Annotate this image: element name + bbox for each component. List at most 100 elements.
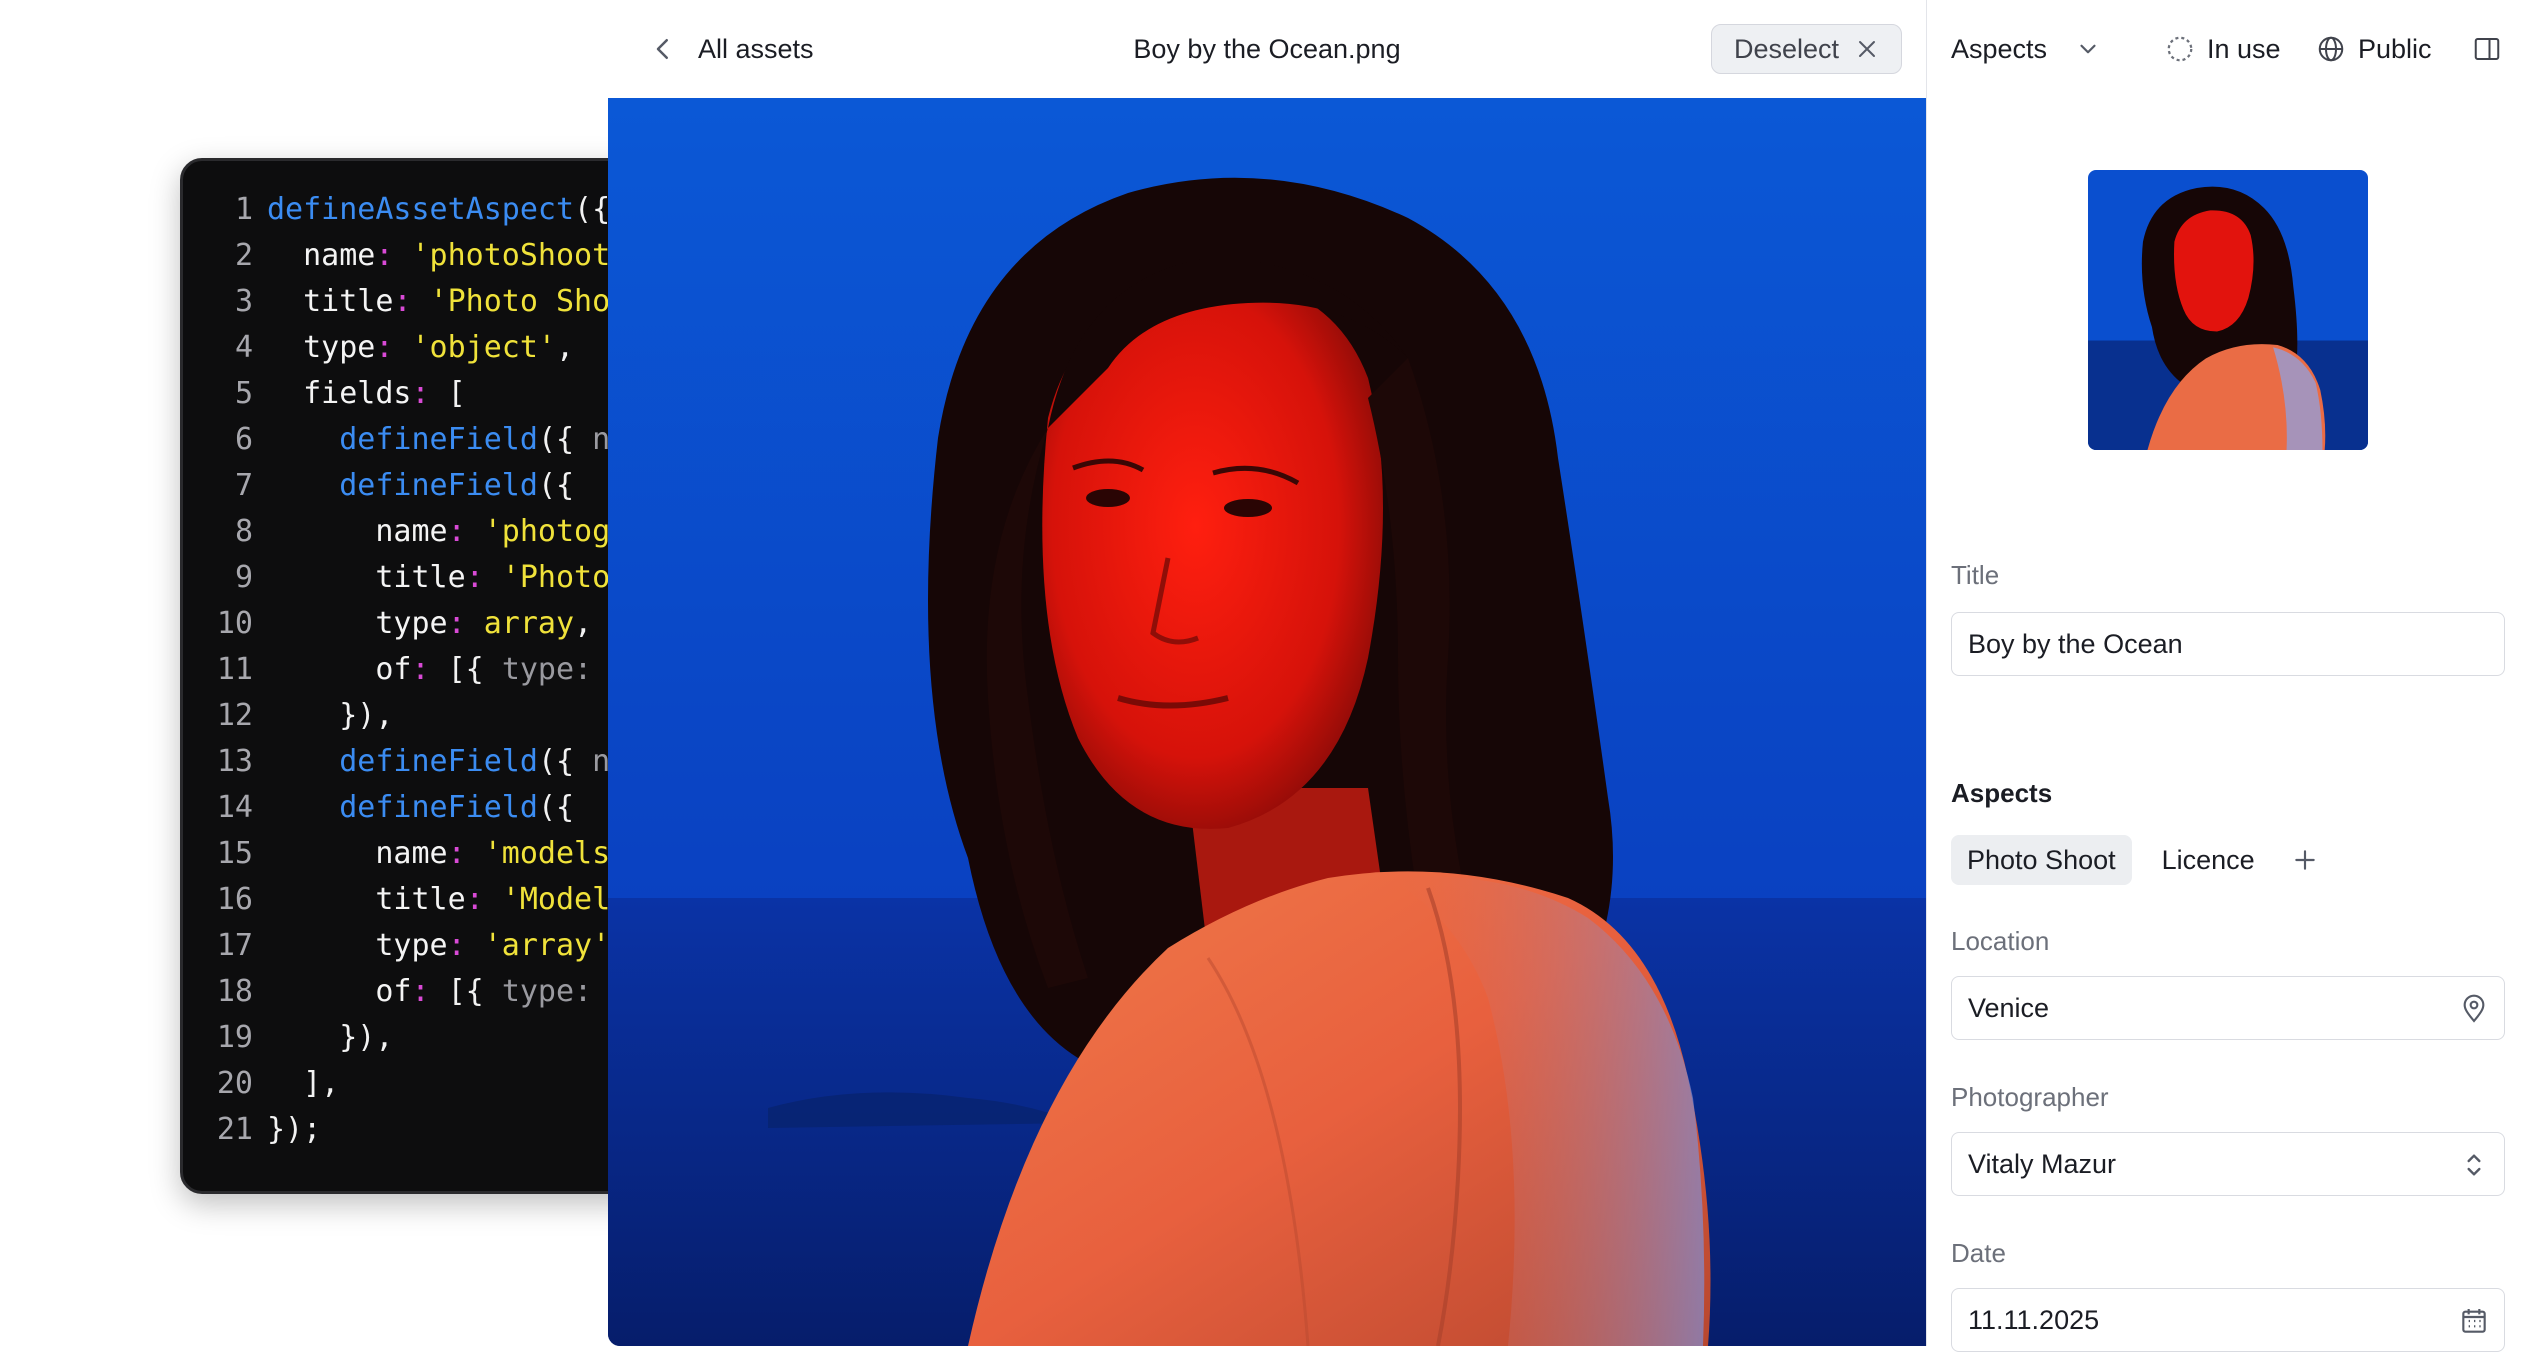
line-number: 19 bbox=[216, 1020, 253, 1055]
line-number: 1 bbox=[234, 192, 253, 227]
line-number: 18 bbox=[216, 974, 253, 1009]
code-text: title: 'Model bbox=[267, 877, 610, 923]
code-token: defineField bbox=[339, 790, 538, 825]
aspects-dropdown[interactable]: Aspects bbox=[1951, 0, 2101, 98]
line-number: 4 bbox=[234, 330, 253, 365]
code-token: , bbox=[556, 330, 575, 365]
dashed-circle-icon bbox=[2167, 36, 2193, 62]
date-input-value: 11.11.2025 bbox=[1968, 1304, 2100, 1335]
line-number: 21 bbox=[216, 1112, 253, 1147]
code-token: name bbox=[267, 238, 376, 273]
code-text: type: 'object', bbox=[267, 325, 574, 371]
date-field-label: Date bbox=[1951, 1238, 2006, 1268]
code-token: name bbox=[267, 836, 448, 871]
code-line: 3 title: 'Photo Sho bbox=[183, 279, 643, 325]
code-token: : bbox=[375, 330, 394, 365]
photographer-field-label: Photographer bbox=[1951, 1082, 2109, 1112]
tab-licence[interactable]: Licence bbox=[2146, 835, 2271, 885]
code-token: : bbox=[447, 836, 466, 871]
visibility-toggle[interactable]: Public bbox=[2316, 0, 2432, 98]
code-line: 20 ], bbox=[183, 1061, 643, 1107]
code-token: type bbox=[267, 606, 448, 641]
code-text: }), bbox=[267, 1015, 393, 1061]
tab-photo-shoot[interactable]: Photo Shoot bbox=[1951, 835, 2132, 885]
code-token: 'object' bbox=[411, 330, 557, 365]
photo-boy-by-the-ocean bbox=[608, 98, 1926, 1346]
asset-preview-image bbox=[608, 98, 1926, 1346]
code-token: type bbox=[267, 330, 376, 365]
location-field-label: Location bbox=[1951, 926, 2050, 956]
in-use-label: In use bbox=[2207, 33, 2281, 64]
code-line: 21}); bbox=[183, 1107, 643, 1153]
code-line: 13 defineField({ n bbox=[183, 739, 643, 785]
line-number: 10 bbox=[216, 606, 253, 641]
code-token: }); bbox=[267, 1112, 322, 1147]
thumbnail-image bbox=[2088, 170, 2368, 450]
code-text: type: array, bbox=[267, 601, 592, 647]
line-number: 16 bbox=[216, 882, 253, 917]
asset-thumbnail bbox=[2088, 170, 2368, 450]
code-line: 17 type: 'array' bbox=[183, 923, 643, 969]
line-number: 12 bbox=[216, 698, 253, 733]
add-aspect-button[interactable] bbox=[2285, 840, 2325, 880]
location-input[interactable]: Venice bbox=[1951, 976, 2505, 1040]
code-token: : bbox=[465, 882, 484, 917]
code-token: type: bbox=[501, 652, 593, 687]
code-token: : bbox=[411, 376, 430, 411]
code-token: 'Model bbox=[501, 882, 611, 917]
code-token: of bbox=[267, 652, 412, 687]
chevron-up-down-icon bbox=[2467, 1154, 2481, 1176]
photographer-select[interactable]: Vitaly Mazur bbox=[1951, 1132, 2505, 1196]
title-field-label: Title bbox=[1951, 560, 2000, 590]
code-line: 8 name: 'photog bbox=[183, 509, 643, 555]
panel-toggle-button[interactable] bbox=[2472, 0, 2502, 98]
line-number: 15 bbox=[216, 836, 253, 871]
code-token: of bbox=[267, 974, 412, 1009]
date-input[interactable]: 11.11.2025 bbox=[1951, 1288, 2505, 1352]
close-icon bbox=[1859, 41, 1875, 57]
plus-icon bbox=[2294, 850, 2315, 870]
code-text: defineField({ bbox=[267, 463, 574, 509]
deselect-button[interactable]: Deselect bbox=[1710, 24, 1902, 74]
code-line: 4 type: 'object', bbox=[183, 325, 643, 371]
aspect-tabs: Photo Shoot Licence bbox=[1951, 835, 2325, 885]
back-link-label: All assets bbox=[698, 33, 814, 64]
code-token: : bbox=[465, 560, 484, 595]
code-line: 16 title: 'Model bbox=[183, 877, 643, 923]
deselect-label: Deselect bbox=[1733, 33, 1839, 64]
code-line: 19 }), bbox=[183, 1015, 643, 1061]
code-token: title bbox=[267, 560, 466, 595]
line-number: 11 bbox=[216, 652, 253, 687]
code-text: name: 'photog bbox=[267, 509, 610, 555]
code-line: 5 fields: [ bbox=[183, 371, 643, 417]
code-line: 7 defineField({ bbox=[183, 463, 643, 509]
globe-icon bbox=[2318, 36, 2344, 62]
code-text: }), bbox=[267, 693, 393, 739]
code-token: : bbox=[447, 514, 466, 549]
code-token: defineField bbox=[339, 422, 538, 457]
in-use-status[interactable]: In use bbox=[2165, 0, 2281, 98]
map-pin-icon bbox=[2463, 994, 2485, 1023]
code-token: ({ bbox=[537, 790, 575, 825]
line-number: 9 bbox=[234, 560, 253, 595]
back-to-all-assets-link[interactable]: All assets bbox=[648, 0, 814, 98]
code-token: , bbox=[574, 606, 593, 641]
title-input[interactable]: Boy by the Ocean bbox=[1951, 612, 2505, 676]
code-text: name: 'models bbox=[267, 831, 610, 877]
code-token: ], bbox=[267, 1066, 340, 1101]
code-token: 'Photo Sho bbox=[429, 284, 611, 319]
panel-toggle-icon bbox=[2474, 38, 2500, 60]
line-number: 5 bbox=[234, 376, 253, 411]
code-token: ({ bbox=[574, 192, 611, 227]
code-token: ({ bbox=[537, 744, 593, 779]
line-number: 17 bbox=[216, 928, 253, 963]
title-input-value: Boy by the Ocean bbox=[1968, 628, 2183, 659]
line-number: 8 bbox=[234, 514, 253, 549]
